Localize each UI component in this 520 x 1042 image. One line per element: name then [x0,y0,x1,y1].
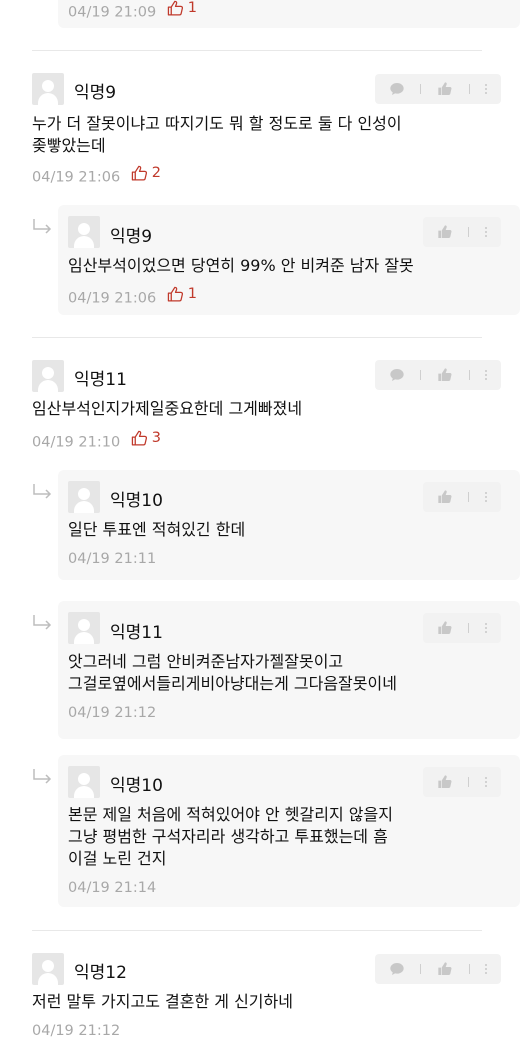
reply-arrow-icon [33,769,52,784]
reply-author: 익명10 [110,776,163,796]
vertical-dots-icon[interactable] [485,492,488,502]
speech-bubble-icon[interactable] [389,81,405,97]
comment-author: 익명11 [74,370,127,390]
thumbs-up-icon[interactable] [437,961,453,977]
thumbs-up-outline-icon [167,286,183,302]
reply-actions [423,767,501,797]
vote-count[interactable]: 3 [131,427,161,449]
vertical-dots-icon[interactable] [485,370,488,380]
reply-arrow-icon [33,219,52,234]
comment-time: 04/19 21:12 [32,1023,121,1039]
thumbs-up-outline-icon [131,430,147,446]
vote-count[interactable]: 1 [167,0,197,19]
avatar [32,360,64,392]
comment-text: 임산부석인지가제일중요한데 그게빠졌네 [32,399,303,418]
divider [32,930,482,931]
comment-text: 누가 더 잘못이냐고 따지기도 뭐 할 정도로 둘 다 인성이 좆빻았는데 [32,114,402,155]
comment-actions [375,360,501,390]
thumbs-up-icon[interactable] [437,367,453,383]
reply-arrow-icon [33,615,52,630]
reply-author: 익명11 [110,623,163,643]
comment-author: 익명9 [74,83,117,103]
vote-count[interactable]: 1 [167,283,197,305]
reply-text: 본문 제일 처음에 적혀있어야 안 헷갈리지 않을지 그냥 평범한 구석자리라 … [68,805,393,868]
vertical-dots-icon[interactable] [485,84,488,94]
reply-arrow-icon [33,484,52,499]
vertical-dots-icon[interactable] [485,227,488,237]
vertical-dots-icon[interactable] [485,623,488,633]
reply-text: 일단 투표엔 적혀있긴 한데 [68,520,246,539]
reply-meta: 04/19 21:12 [68,702,156,724]
reply-text: 임산부석이었으면 당연히 99% 안 비켜준 남자 잘못 [68,256,414,275]
reply-text: 앗그러네 그럼 안비켜준남자가젤잘못이고 그걸로옆에서들리게비아냥대는게 그다음… [68,652,397,693]
thumbs-up-icon[interactable] [437,774,453,790]
comment-actions [375,954,501,984]
comment-text: 저런 말투 가지고도 결혼한 게 신기하네 [32,992,293,1011]
divider [32,337,482,338]
vertical-dots-icon[interactable] [485,777,488,787]
avatar [68,766,100,798]
avatar [68,481,100,513]
reply-meta: 04/19 21:11 [68,548,156,570]
thumbs-up-outline-icon [167,0,183,16]
avatar [32,73,64,105]
reply-actions [423,482,501,512]
reply-meta: 04/19 21:14 [68,877,156,899]
divider [32,50,482,51]
thumbs-up-icon[interactable] [437,489,453,505]
comment-time: 04/19 21:06 [32,169,121,186]
reply-actions [423,217,501,247]
comment-time: 04/19 21:11 [68,551,157,567]
comment-time: 04/19 21:06 [68,290,157,307]
reply-actions [423,613,501,643]
comment-author: 익명12 [74,963,127,983]
comment-meta: 04/19 21:06 2 [32,162,161,186]
thumbs-up-icon[interactable] [437,224,453,240]
comment-time: 04/19 21:12 [68,705,157,721]
comment-actions [375,74,501,104]
comment-time: 04/19 21:09 [68,4,157,21]
vertical-dots-icon[interactable] [485,964,488,974]
comment-meta: 04/19 21:10 3 [32,427,161,451]
thumbs-up-outline-icon [131,165,147,181]
avatar [32,953,64,985]
reply-author: 익명10 [110,491,163,511]
reply-meta: 04/19 21:06 1 [68,283,197,307]
vote-count[interactable]: 2 [131,162,161,184]
comment-meta: 04/19 21:12 [32,1020,120,1042]
reply-author: 익명9 [110,227,153,247]
comment-time: 04/19 21:10 [32,434,121,451]
avatar [68,216,100,248]
avatar [68,612,100,644]
speech-bubble-icon[interactable] [389,961,405,977]
thumbs-up-icon[interactable] [437,81,453,97]
speech-bubble-icon[interactable] [389,367,405,383]
comment-time: 04/19 21:14 [68,880,157,896]
thumbs-up-icon[interactable] [437,620,453,636]
comment-meta: 04/19 21:09 1 [68,0,197,21]
